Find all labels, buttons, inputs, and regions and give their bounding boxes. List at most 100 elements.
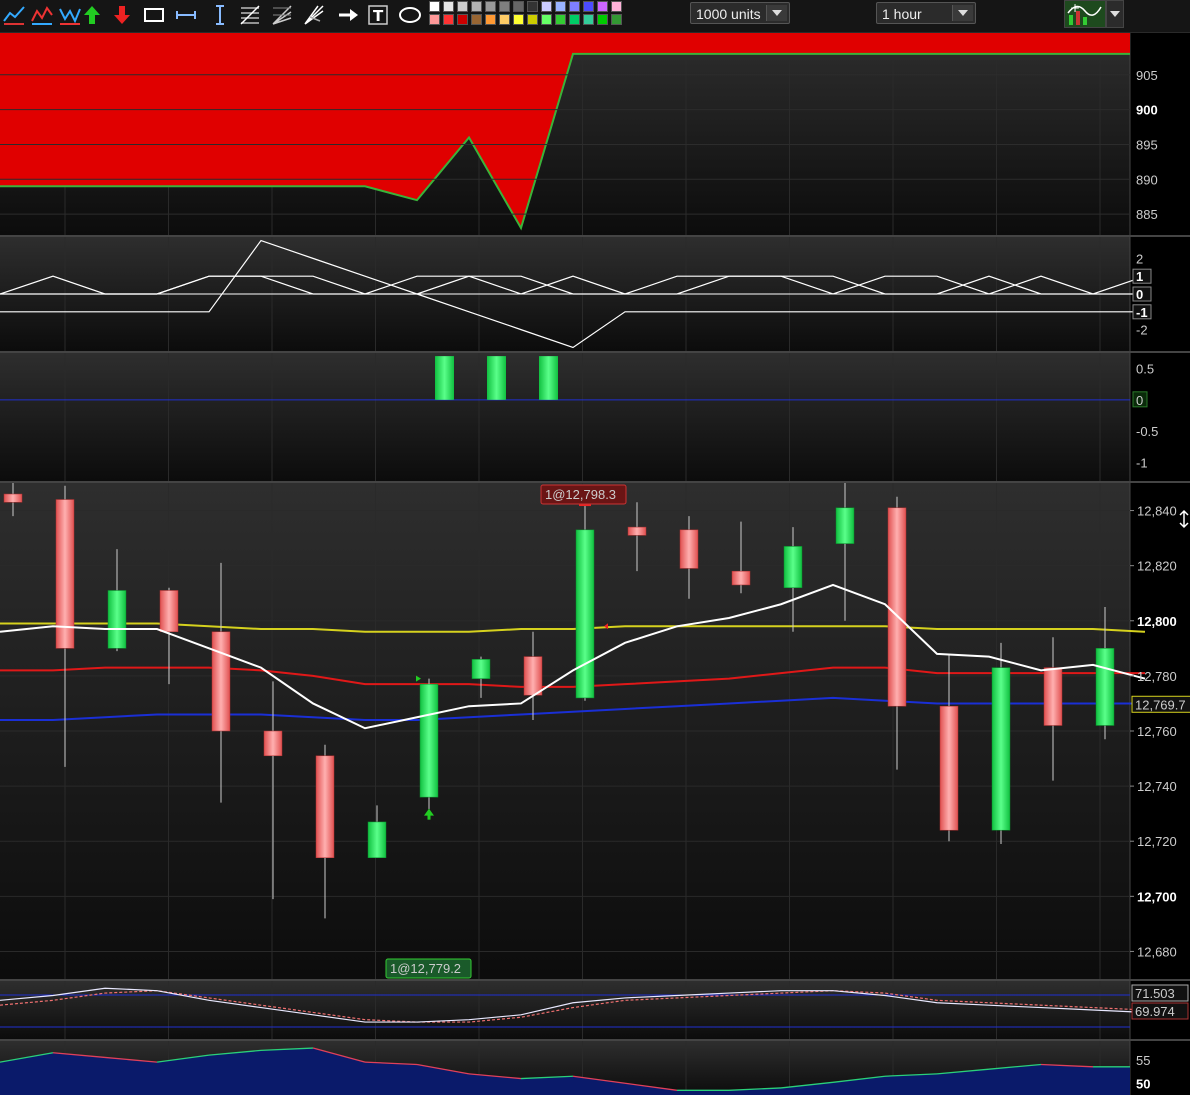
zigzag-chart-tool-icon[interactable] [30, 3, 54, 27]
last-price-label: 12,769.7 [1135, 697, 1186, 712]
histogram-tick-label: 0.5 [1136, 362, 1154, 377]
color-swatch[interactable] [527, 14, 538, 25]
color-swatch[interactable] [443, 1, 454, 12]
price-tick-label: 12,780 [1137, 669, 1177, 684]
units-select-value: 1000 units [696, 6, 761, 22]
oscillator-tick-label: 2 [1136, 251, 1143, 266]
color-swatch[interactable] [555, 14, 566, 25]
color-swatch[interactable] [611, 1, 622, 12]
buy-trade-tag: 1@12,779.2 [385, 958, 472, 979]
histogram-bar [539, 356, 558, 400]
color-swatch[interactable] [471, 14, 482, 25]
horizontal-measure-icon[interactable] [174, 3, 198, 27]
sell-trade-tag: 1@12,798.3 [540, 484, 627, 505]
gann-fan-tool-icon[interactable] [302, 3, 326, 27]
sell-arrow-icon[interactable] [110, 3, 134, 27]
color-swatch[interactable] [597, 1, 608, 12]
color-swatch[interactable] [583, 14, 594, 25]
add-indicator-button[interactable]: + [1064, 0, 1106, 28]
candle-down [159, 590, 179, 633]
color-swatch[interactable] [569, 1, 580, 12]
wave-chart-tool-icon[interactable] [58, 3, 82, 27]
price-tick-label: 12,820 [1137, 559, 1177, 574]
line-chart-tool-icon[interactable] [2, 3, 26, 27]
svg-text:+: + [1070, 1, 1080, 15]
equity-tick-label: 890 [1136, 172, 1158, 187]
price-tick-label: 12,700 [1137, 889, 1177, 904]
indicator-menu-button[interactable] [1106, 0, 1124, 28]
color-swatch[interactable] [485, 14, 496, 25]
color-swatch[interactable] [541, 14, 552, 25]
price-tick-label: 12,720 [1137, 834, 1177, 849]
color-swatch[interactable] [611, 14, 622, 25]
text-tool-icon[interactable]: T [366, 3, 390, 27]
color-swatch[interactable] [443, 14, 454, 25]
equity-tick-label: 900 [1136, 103, 1158, 118]
chevron-down-icon[interactable] [952, 5, 973, 21]
interval-select-value: 1 hour [882, 6, 922, 22]
equity-tick-label: 895 [1136, 137, 1158, 152]
fibonacci-tool-icon[interactable] [238, 3, 262, 27]
price-tick-label: 12,760 [1137, 724, 1177, 739]
candle-down [627, 526, 647, 536]
price-tick-label: 12,740 [1137, 779, 1177, 794]
color-swatch[interactable] [583, 1, 594, 12]
chevron-down-icon[interactable] [766, 5, 787, 21]
candle-down [731, 570, 751, 586]
panel-rsi-background [0, 981, 1130, 1039]
candle-up [1095, 648, 1115, 726]
color-swatch[interactable] [513, 14, 524, 25]
ellipse-tool-icon[interactable] [398, 3, 422, 27]
panel-hist-background [0, 353, 1130, 481]
fibonacci-fan-tool-icon[interactable] [270, 3, 294, 27]
buy-arrow-stem [427, 814, 431, 820]
candle-down [523, 656, 543, 696]
candle-up [783, 546, 803, 588]
histogram-bar [435, 356, 454, 400]
oscillator-tick-label: -2 [1136, 323, 1148, 338]
color-swatch[interactable] [471, 1, 482, 12]
rsi-value-a: 71.503 [1135, 986, 1175, 1001]
adx-tick-label: 55 [1136, 1053, 1150, 1068]
units-select[interactable]: 1000 units [690, 2, 790, 24]
color-swatch[interactable] [457, 1, 468, 12]
rectangle-tool-icon[interactable] [142, 3, 166, 27]
candle-down [679, 529, 699, 569]
color-swatch[interactable] [527, 1, 538, 12]
color-swatch[interactable] [499, 14, 510, 25]
color-swatch[interactable] [429, 1, 440, 12]
histogram-tick-label: -0.5 [1136, 424, 1158, 439]
oscillator-tick-label: 1 [1136, 269, 1143, 284]
candle-up [471, 659, 491, 679]
sell-trade-tag-label: 1@12,798.3 [545, 487, 616, 502]
candle-down [1043, 667, 1063, 726]
price-tick-label: 12,800 [1137, 614, 1177, 629]
candle-down [3, 493, 23, 503]
color-swatch[interactable] [541, 1, 552, 12]
color-swatch[interactable] [457, 14, 468, 25]
oscillator-tick-label: -1 [1136, 305, 1148, 320]
rsi-value-b: 69.974 [1135, 1004, 1175, 1019]
chart-area[interactable]: 905 900 895 890 885 2 1 0 -1 -2 0.5 0 -0.5 -1 1@12,798… [0, 33, 1190, 1095]
candle-down [939, 705, 959, 831]
candle-up [107, 590, 127, 649]
color-swatch[interactable] [569, 14, 580, 25]
buy-arrow-icon[interactable] [80, 3, 104, 27]
candle-up [575, 529, 595, 699]
svg-text:T: T [373, 7, 384, 25]
chevron-down-icon [1110, 11, 1120, 17]
candle-up [367, 821, 387, 859]
color-swatch[interactable] [597, 14, 608, 25]
candle-up [991, 667, 1011, 831]
color-swatch[interactable] [429, 14, 440, 25]
color-swatch[interactable] [513, 1, 524, 12]
color-swatch[interactable] [499, 1, 510, 12]
color-swatch[interactable] [555, 1, 566, 12]
panel-equity-axis [1130, 33, 1190, 235]
buy-trade-tag-label: 1@12,779.2 [390, 961, 461, 976]
interval-select[interactable]: 1 hour [876, 2, 976, 24]
arrow-tool-icon[interactable] [336, 3, 360, 27]
vertical-measure-icon[interactable] [208, 3, 232, 27]
candle-down [315, 755, 335, 859]
color-swatch[interactable] [485, 1, 496, 12]
